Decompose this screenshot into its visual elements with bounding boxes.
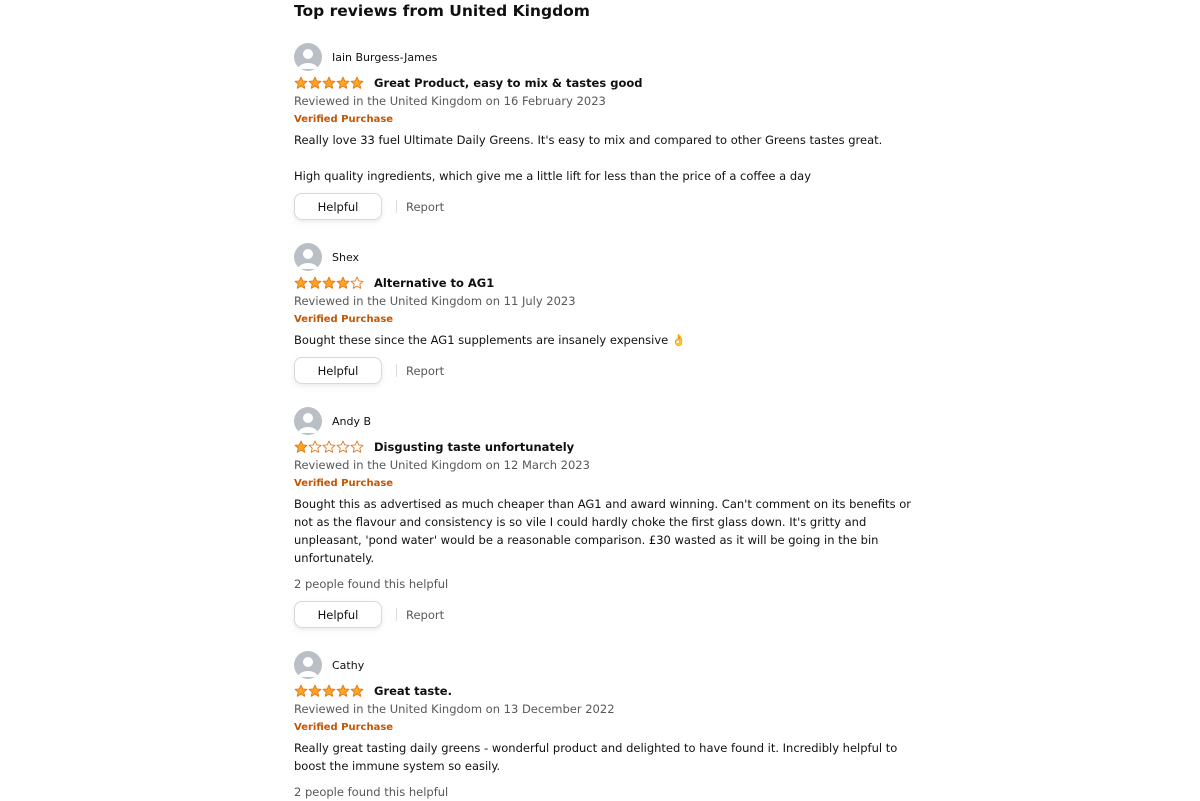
- star-filled-icon: [294, 276, 308, 289]
- star-filled-icon: [322, 276, 336, 289]
- star-empty-icon: [350, 440, 364, 453]
- helpful-button[interactable]: Helpful: [294, 357, 382, 384]
- ok-hand-emoji-icon: 👌: [671, 333, 687, 347]
- review-text-content: Bought these since the AG1 supplements a…: [294, 333, 669, 347]
- star-filled-icon: [308, 684, 322, 697]
- star-filled-icon: [308, 76, 322, 89]
- verified-purchase-badge: Verified Purchase: [294, 114, 394, 125]
- reviewer-profile[interactable]: Cathy: [294, 651, 914, 679]
- review: Shex Alternative to AG1 Reviewed in the …: [294, 243, 914, 385]
- star-filled-icon: [322, 684, 336, 697]
- review-body: Bought these since the AG1 supplements a…: [294, 331, 914, 349]
- star-filled-icon: [308, 276, 322, 289]
- review-title[interactable]: Alternative to AG1: [374, 276, 494, 290]
- divider: [396, 608, 397, 621]
- star-empty-icon: [336, 440, 350, 453]
- divider: [396, 200, 397, 213]
- helpful-count: 2 people found this helpful: [294, 785, 449, 799]
- helpful-count: 2 people found this helpful: [294, 577, 449, 591]
- review: Andy B Disgusting taste unfortunately Re…: [294, 407, 914, 629]
- report-link[interactable]: Report: [406, 200, 444, 214]
- divider: [396, 364, 397, 377]
- star-filled-icon: [350, 76, 364, 89]
- helpful-button[interactable]: Helpful: [294, 193, 382, 220]
- star-filled-icon: [336, 276, 350, 289]
- reviewer-profile[interactable]: Shex: [294, 243, 914, 271]
- reviewer-profile[interactable]: Iain Burgess-James: [294, 43, 914, 71]
- avatar-icon: [294, 243, 322, 271]
- review-title[interactable]: Great taste.: [374, 684, 452, 698]
- star-rating[interactable]: [294, 275, 366, 291]
- star-rating[interactable]: [294, 75, 366, 91]
- avatar-icon: [294, 43, 322, 71]
- review-text: Bought this as advertised as much cheape…: [294, 497, 912, 565]
- review-date: Reviewed in the United Kingdom on 16 Feb…: [294, 94, 606, 108]
- review: Cathy Great taste. Reviewed in the Unite…: [294, 651, 914, 801]
- reviewer-name: Iain Burgess-James: [332, 50, 438, 64]
- star-filled-icon: [336, 684, 350, 697]
- review-date: Reviewed in the United Kingdom on 13 Dec…: [294, 702, 615, 716]
- report-link[interactable]: Report: [406, 364, 444, 378]
- reviewer-name: Cathy: [332, 658, 365, 672]
- review-date: Reviewed in the United Kingdom on 12 Mar…: [294, 458, 590, 472]
- star-rating[interactable]: [294, 439, 366, 455]
- verified-purchase-badge: Verified Purchase: [294, 478, 394, 489]
- review-title[interactable]: Disgusting taste unfortunately: [374, 440, 574, 454]
- avatar-icon: [294, 651, 322, 679]
- star-filled-icon: [294, 76, 308, 89]
- star-filled-icon: [350, 684, 364, 697]
- star-rating[interactable]: [294, 683, 366, 699]
- report-link[interactable]: Report: [406, 608, 444, 622]
- star-empty-icon: [350, 276, 364, 289]
- review-text: Really love 33 fuel Ultimate Daily Green…: [294, 133, 883, 147]
- review: Iain Burgess-James Great Product, easy t…: [294, 43, 914, 221]
- review-date: Reviewed in the United Kingdom on 11 Jul…: [294, 294, 576, 308]
- section-title: Top reviews from United Kingdom: [294, 2, 590, 20]
- review-body: Really love 33 fuel Ultimate Daily Green…: [294, 131, 914, 185]
- reviewer-profile[interactable]: Andy B: [294, 407, 914, 435]
- star-empty-icon: [308, 440, 322, 453]
- review-body: Really great tasting daily greens - wond…: [294, 739, 914, 775]
- star-filled-icon: [322, 76, 336, 89]
- verified-purchase-badge: Verified Purchase: [294, 314, 394, 325]
- star-empty-icon: [322, 440, 336, 453]
- reviewer-name: Shex: [332, 250, 360, 264]
- review-text: Really great tasting daily greens - wond…: [294, 741, 898, 773]
- star-filled-icon: [294, 684, 308, 697]
- review-title[interactable]: Great Product, easy to mix & tastes good: [374, 76, 642, 90]
- star-filled-icon: [336, 76, 350, 89]
- star-filled-icon: [294, 440, 308, 453]
- review-text: High quality ingredients, which give me …: [294, 169, 812, 183]
- verified-purchase-badge: Verified Purchase: [294, 722, 394, 733]
- review-text: Bought these since the AG1 supplements a…: [294, 331, 914, 349]
- review-body: Bought this as advertised as much cheape…: [294, 495, 914, 567]
- helpful-button[interactable]: Helpful: [294, 601, 382, 628]
- avatar-icon: [294, 407, 322, 435]
- reviewer-name: Andy B: [332, 414, 372, 428]
